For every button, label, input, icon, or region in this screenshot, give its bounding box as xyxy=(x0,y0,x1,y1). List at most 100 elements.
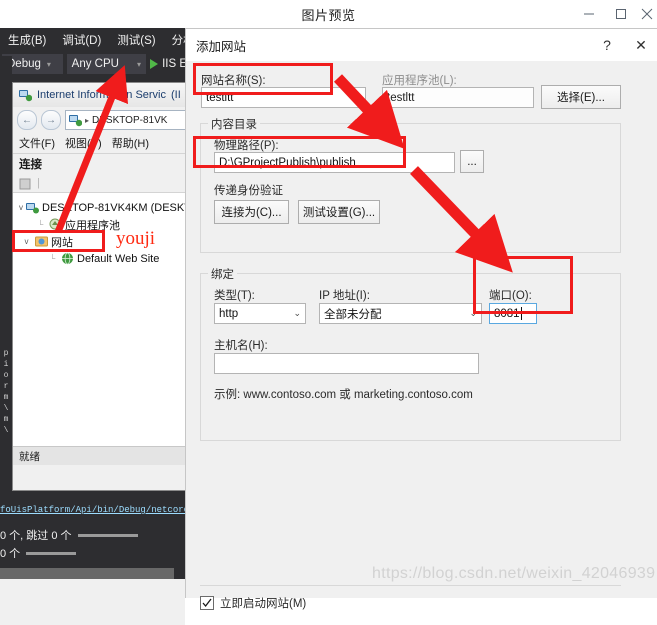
site-name-input[interactable]: testltt xyxy=(201,87,366,108)
tree-item-label: 应用程序池 xyxy=(65,219,120,232)
iis-window-title-suffix: (II xyxy=(171,89,181,101)
host-example-text: 示例: www.contoso.com 或 marketing.contoso.… xyxy=(214,389,473,401)
site-name-label: 网站名称(S): xyxy=(201,75,266,87)
binding-title: 绑定 xyxy=(208,266,237,282)
text-cursor xyxy=(520,307,522,320)
chevron-down-icon: ⌄ xyxy=(469,308,477,318)
binding-ip-value: 全部未分配 xyxy=(324,308,382,321)
viewer-window-controls xyxy=(573,0,657,28)
vs-output-path-link[interactable]: foUisPlatform/Api/bin/Debug/netcores xyxy=(0,505,185,519)
vs-build-summary-text: 0 个, 跳过 0 个 xyxy=(0,530,72,542)
vs-menu-build[interactable]: 生成(B) xyxy=(0,32,54,48)
iis-menu-help[interactable]: 帮助(H) xyxy=(112,135,149,151)
tree-item-label: Default Web Site xyxy=(77,252,160,265)
tree-line: └ xyxy=(37,220,44,229)
close-icon[interactable]: ✕ xyxy=(624,29,657,61)
content-directory-title: 内容目录 xyxy=(208,116,260,132)
iis-navbar: ← → ▸ DESKTOP-81VK xyxy=(13,107,186,133)
tree-item-sites[interactable]: v 网站 xyxy=(13,233,186,250)
passthrough-auth-label: 传递身份验证 xyxy=(214,185,283,197)
tree-item-default-web-site[interactable]: └ Default Web Site xyxy=(13,250,186,267)
watermark: https://blog.csdn.net/weixin_42046939 xyxy=(372,565,656,582)
vs-build-summary-line-1: 0 个, 跳过 0 个 xyxy=(0,527,185,543)
browse-path-button[interactable]: ... xyxy=(460,150,484,173)
vs-menu-debug[interactable]: 调试(D) xyxy=(54,32,109,48)
vs-platform-combo[interactable]: Any CPU ▾ xyxy=(66,54,147,74)
vs-run-label: IIS E xyxy=(162,58,187,70)
globe-icon xyxy=(61,252,74,265)
divider xyxy=(77,533,138,537)
back-icon[interactable]: ← xyxy=(17,110,37,130)
tree-item-app-pools[interactable]: └ 应用程序池 xyxy=(13,216,186,233)
server-icon xyxy=(69,114,83,127)
host-name-label: 主机名(H): xyxy=(214,340,268,352)
iis-address-bar[interactable]: ▸ DESKTOP-81VK xyxy=(65,110,186,130)
maximize-icon[interactable] xyxy=(605,0,637,28)
tree-item-server[interactable]: v DESKTOP-81VK4KM (DESKTO xyxy=(13,199,186,216)
tree-item-label: DESKTOP-81VK4KM (DESKTO xyxy=(42,201,187,214)
physical-path-input[interactable]: D:\GProjectPublish\publish xyxy=(214,152,455,173)
vs-edge-char: o xyxy=(3,371,9,380)
vs-statusbar-area xyxy=(0,579,185,625)
expander-icon[interactable]: v xyxy=(19,203,23,212)
app-pool-label: 应用程序池(L): xyxy=(382,75,457,87)
start-website-checkbox-row[interactable]: 立即启动网站(M) xyxy=(200,595,306,611)
vs-run-button[interactable]: IIS E xyxy=(150,58,187,70)
binding-port-input[interactable]: 8081 xyxy=(489,303,537,324)
vs-menubar: 生成(B) 调试(D) 测试(S) 分析(N) xyxy=(0,28,211,51)
iis-menu-view[interactable]: 视图(V) xyxy=(65,135,102,151)
save-connections-icon[interactable] xyxy=(19,177,32,190)
vs-toolbar: Debug ▾ Any CPU ▾ IIS E xyxy=(0,51,187,77)
dialog-divider xyxy=(200,585,621,586)
dialog-titlebar-buttons: ? ✕ xyxy=(590,29,657,61)
iis-app-icon xyxy=(19,89,33,102)
sites-folder-icon xyxy=(35,235,48,248)
dialog-titlebar: 添加网站 ? ✕ xyxy=(186,29,657,61)
close-icon[interactable] xyxy=(637,0,657,28)
vs-build-summary-text: 0 个 xyxy=(0,548,21,560)
play-icon xyxy=(150,59,159,69)
tree-item-label: 网站 xyxy=(51,236,73,249)
connect-as-button[interactable]: 连接为(C)... xyxy=(214,200,289,224)
checkbox-icon[interactable] xyxy=(200,596,214,610)
chevron-down-icon: ▾ xyxy=(46,59,51,69)
breadcrumb-separator: ▸ xyxy=(85,115,90,125)
iis-menu-file[interactable]: 文件(F) xyxy=(19,135,55,151)
binding-type-value: http xyxy=(219,307,239,320)
vs-platform-value: Any CPU xyxy=(71,58,119,70)
vs-code-edge-strip: p i o r m \ m \ xyxy=(0,56,12,516)
vs-edge-char: i xyxy=(3,360,9,369)
vs-configuration-value: Debug xyxy=(7,58,41,70)
binding-port-label: 端口(O): xyxy=(489,290,532,302)
server-icon xyxy=(26,201,39,214)
binding-ip-label: IP 地址(I): xyxy=(319,290,370,302)
vs-menu-test[interactable]: 测试(S) xyxy=(109,32,163,48)
binding-ip-select[interactable]: 全部未分配 ⌄ xyxy=(319,303,482,324)
start-website-label: 立即启动网站(M) xyxy=(220,598,307,610)
select-app-pool-button[interactable]: 选择(E)... xyxy=(541,85,621,109)
iis-manager-window: Internet Information Servic (II ← → ▸ DE… xyxy=(12,82,187,491)
iis-connections-header: 连接 xyxy=(13,154,186,174)
iis-address-text: DESKTOP-81VK xyxy=(92,114,168,126)
dialog-title: 添加网站 xyxy=(196,39,247,54)
forward-icon[interactable]: → xyxy=(41,110,61,130)
test-settings-button[interactable]: 测试设置(G)... xyxy=(298,200,380,224)
binding-type-select[interactable]: http ⌄ xyxy=(214,303,306,324)
expander-icon[interactable]: v xyxy=(21,237,32,246)
iis-menubar: 文件(F) 视图(V) 帮助(H) xyxy=(13,133,186,154)
iis-connections-toolbar: | xyxy=(13,174,186,192)
tree-line: └ xyxy=(49,254,56,263)
toolbar-divider: | xyxy=(37,177,40,189)
help-icon[interactable]: ? xyxy=(590,29,624,61)
chevron-down-icon: ▾ xyxy=(137,59,142,69)
iis-window-title: Internet Information Servic xyxy=(37,89,167,101)
chevron-down-icon: ⌄ xyxy=(293,308,301,318)
viewer-titlebar: 图片预览 xyxy=(0,0,657,28)
vs-horizontal-scrollbar[interactable] xyxy=(0,568,174,579)
vs-edge-char: \ xyxy=(3,404,9,413)
vs-edge-char: \ xyxy=(3,426,9,435)
app-pool-input[interactable]: testltt xyxy=(382,87,534,108)
minimize-icon[interactable] xyxy=(573,0,605,28)
host-name-input[interactable] xyxy=(214,353,479,374)
iis-connections-tree: v DESKTOP-81VK4KM (DESKTO └ 应用程序池 v 网站 └… xyxy=(13,192,186,446)
